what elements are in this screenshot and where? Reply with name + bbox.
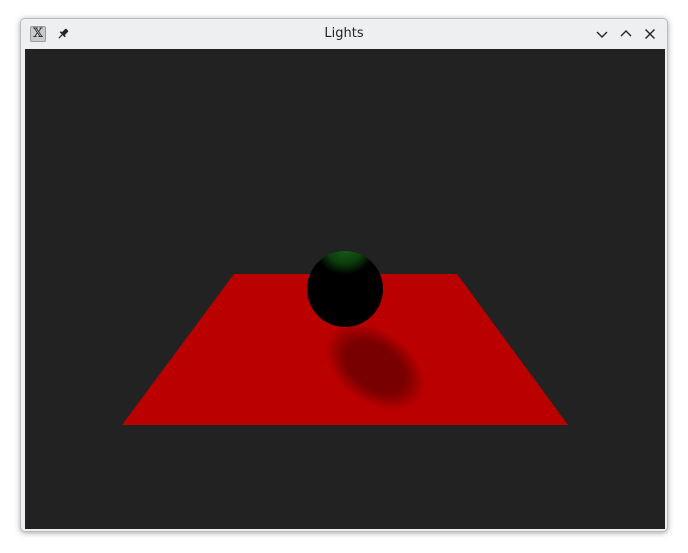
scene-canvas <box>25 49 665 529</box>
title-bar[interactable]: 𝕏 Lights <box>21 19 667 49</box>
chevron-up-icon <box>620 30 632 37</box>
maximize-button[interactable] <box>618 26 634 42</box>
window-title: Lights <box>324 26 364 41</box>
minimize-button[interactable] <box>594 26 610 42</box>
app-window: 𝕏 Lights <box>20 18 668 532</box>
close-icon <box>645 29 655 39</box>
chevron-down-icon <box>596 31 608 38</box>
close-button[interactable] <box>642 26 658 42</box>
sphere <box>307 251 383 327</box>
render-viewport[interactable] <box>25 49 665 529</box>
